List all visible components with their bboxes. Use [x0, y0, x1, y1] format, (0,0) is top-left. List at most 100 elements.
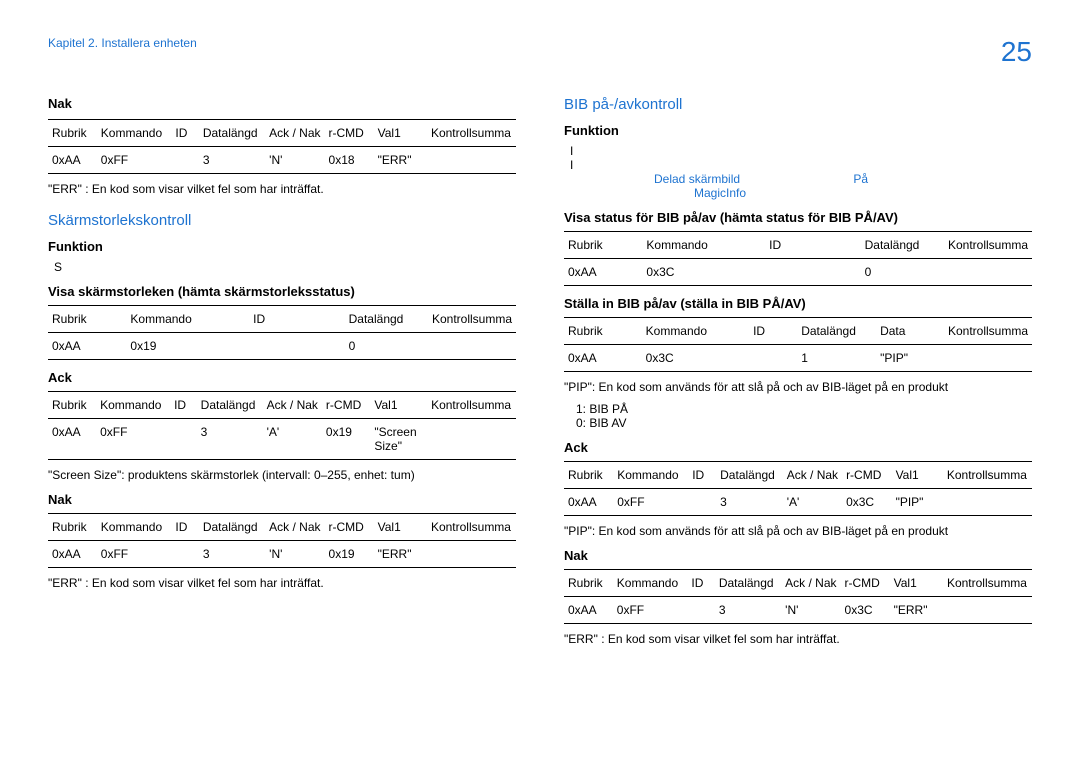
th: Ack / Nak: [781, 570, 840, 597]
th: ID: [170, 392, 197, 419]
th: r-CMD: [325, 514, 374, 541]
th: Kontrollsumma: [427, 120, 516, 147]
funktion-heading: Funktion: [564, 123, 1032, 138]
th: Datalängd: [345, 306, 428, 333]
blue-ui-path-magicinfo[interactable]: MagicInfo: [694, 186, 1032, 200]
th: Rubrik: [48, 120, 97, 147]
th: Kommando: [97, 514, 172, 541]
ack-table: Rubrik Kommando ID Datalängd Ack / Nak r…: [48, 391, 516, 460]
left-column: Nak Rubrik Kommando ID Datalängd Ack / N…: [48, 96, 516, 654]
funktion-text: S: [54, 260, 516, 274]
th: Datalängd: [199, 120, 265, 147]
table-row: 0xAA 0x19 0: [48, 333, 516, 360]
th: Kontrollsumma: [428, 306, 516, 333]
funktion-text: I: [570, 158, 1032, 172]
th: Rubrik: [48, 392, 96, 419]
th: ID: [749, 318, 797, 345]
funktion-text: I: [570, 144, 1032, 158]
screen-size-control-heading: Skärmstorlekskontroll: [48, 212, 516, 229]
th: Kommando: [97, 120, 172, 147]
content-columns: Nak Rubrik Kommando ID Datalängd Ack / N…: [48, 96, 1032, 654]
note-text: "PIP": En kod som används för att slå på…: [564, 524, 1032, 538]
value-option: 0: BIB AV: [576, 416, 1032, 430]
th: Kommando: [642, 232, 765, 259]
blue-path-b[interactable]: På: [853, 172, 868, 186]
th: Val1: [374, 514, 427, 541]
th: Datalängd: [197, 392, 263, 419]
th: Kontrollsumma: [427, 514, 516, 541]
nak-table: Rubrik Kommando ID Datalängd Ack / Nak r…: [564, 569, 1032, 624]
bib-on-off-heading: BIB på-/avkontroll: [564, 96, 1032, 113]
table-row: 0xAA 0xFF 3 'A' 0x19 "Screen Size": [48, 419, 516, 460]
th: Datalängd: [716, 462, 783, 489]
set-table: Rubrik Kommando ID Datalängd Data Kontro…: [564, 317, 1032, 372]
th: Kontrollsumma: [944, 232, 1032, 259]
ack-heading: Ack: [564, 440, 1032, 455]
th: Rubrik: [564, 570, 613, 597]
status-heading: Visa status för BIB på/av (hämta status …: [564, 210, 1032, 225]
nak-heading: Nak: [48, 492, 516, 507]
th: Kontrollsumma: [427, 392, 516, 419]
table-row: 0xAA 0x3C 0: [564, 259, 1032, 286]
table-row: 0xAA 0xFF 3 'N' 0x18 "ERR": [48, 147, 516, 174]
value-option: 1: BIB PÅ: [576, 402, 1032, 416]
funktion-heading: Funktion: [48, 239, 516, 254]
blue-ui-path: Delad skärmbild På: [654, 172, 1032, 186]
page-number: 25: [1001, 36, 1032, 68]
th: Kontrollsumma: [943, 462, 1032, 489]
th: Datalängd: [199, 514, 265, 541]
th: Rubrik: [48, 306, 126, 333]
th: Val1: [370, 392, 427, 419]
table-row: 0xAA 0xFF 3 'N' 0x19 "ERR": [48, 541, 516, 568]
note-text: "ERR" : En kod som visar vilket fel som …: [48, 182, 516, 196]
th: r-CMD: [841, 570, 890, 597]
th: Kommando: [613, 570, 688, 597]
th: ID: [687, 570, 714, 597]
th: ID: [688, 462, 716, 489]
th: Kontrollsumma: [943, 570, 1032, 597]
th: Rubrik: [564, 462, 613, 489]
table-row: 0xAA 0x3C 1 "PIP": [564, 345, 1032, 372]
th: Datalängd: [797, 318, 876, 345]
nak-heading: Nak: [48, 96, 516, 111]
th: Rubrik: [564, 232, 642, 259]
th: r-CMD: [842, 462, 892, 489]
note-text: "Screen Size": produktens skärmstorlek (…: [48, 468, 516, 482]
th: r-CMD: [325, 120, 374, 147]
th: Ack / Nak: [263, 392, 322, 419]
th: Kontrollsumma: [944, 318, 1032, 345]
nak-table: Rubrik Kommando ID Datalängd Ack / Nak r…: [48, 513, 516, 568]
table-row: 0xAA 0xFF 3 'N' 0x3C "ERR": [564, 597, 1032, 624]
th: ID: [171, 120, 198, 147]
view-screen-size-table: Rubrik Kommando ID Datalängd Kontrollsum…: [48, 305, 516, 360]
th: Rubrik: [48, 514, 97, 541]
set-heading: Ställa in BIB på/av (ställa in BIB PÅ/AV…: [564, 296, 1032, 311]
th: ID: [765, 232, 861, 259]
note-text: "ERR" : En kod som visar vilket fel som …: [564, 632, 1032, 646]
ack-heading: Ack: [48, 370, 516, 385]
status-table: Rubrik Kommando ID Datalängd Kontrollsum…: [564, 231, 1032, 286]
th: Val1: [890, 570, 943, 597]
th: ID: [249, 306, 345, 333]
page-header: Kapitel 2. Installera enheten 25: [48, 36, 1032, 68]
note-text: "PIP": En kod som används för att slå på…: [564, 380, 1032, 394]
th: Val1: [374, 120, 427, 147]
th: Data: [876, 318, 944, 345]
breadcrumb[interactable]: Kapitel 2. Installera enheten: [48, 36, 197, 50]
th: Ack / Nak: [783, 462, 842, 489]
page: Kapitel 2. Installera enheten 25 Nak Rub…: [0, 0, 1080, 654]
th: Rubrik: [564, 318, 642, 345]
view-screen-size-heading: Visa skärmstorleken (hämta skärmstorleks…: [48, 284, 516, 299]
th: Datalängd: [715, 570, 781, 597]
table-row: 0xAA 0xFF 3 'A' 0x3C "PIP": [564, 489, 1032, 516]
note-text: "ERR" : En kod som visar vilket fel som …: [48, 576, 516, 590]
th: Kommando: [642, 318, 749, 345]
ack-table: Rubrik Kommando ID Datalängd Ack / Nak r…: [564, 461, 1032, 516]
right-column: BIB på-/avkontroll Funktion I I Delad sk…: [564, 96, 1032, 654]
th: Kommando: [96, 392, 170, 419]
th: Val1: [892, 462, 943, 489]
blue-path-a[interactable]: Delad skärmbild: [654, 172, 740, 186]
th: Ack / Nak: [265, 120, 324, 147]
th: r-CMD: [322, 392, 370, 419]
th: Ack / Nak: [265, 514, 324, 541]
